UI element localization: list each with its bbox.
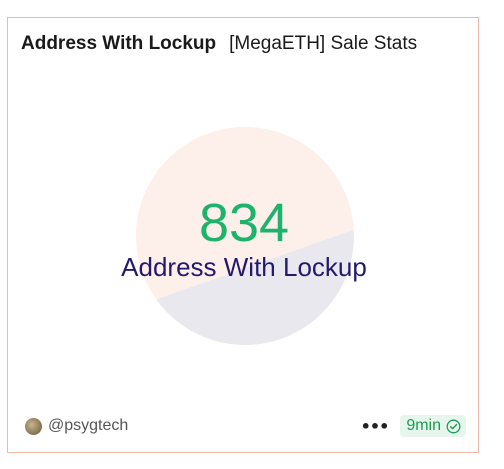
footer-controls: ••• 9min	[361, 415, 466, 437]
author-name: @psygtech	[48, 417, 129, 434]
stat-value: 834	[198, 193, 290, 253]
card-footer: @psygtech ••• 9min	[25, 414, 466, 438]
card-header: Address With Lockup [MegaETH] Sale Stats	[21, 33, 468, 55]
refresh-badge[interactable]: 9min	[400, 415, 466, 437]
avatar	[25, 417, 42, 435]
refresh-time: 9min	[406, 417, 441, 434]
more-horizontal-icon[interactable]: •••	[361, 417, 390, 436]
author-link[interactable]: @psygtech	[25, 417, 128, 435]
stat-label: Address With Lockup	[121, 252, 367, 282]
stat-card: Address With Lockup [MegaETH] Sale Stats…	[7, 17, 479, 453]
check-circle-icon	[446, 419, 461, 434]
dashboard-name[interactable]: [MegaETH] Sale Stats	[229, 33, 417, 55]
card-title: Address With Lockup	[21, 33, 217, 54]
